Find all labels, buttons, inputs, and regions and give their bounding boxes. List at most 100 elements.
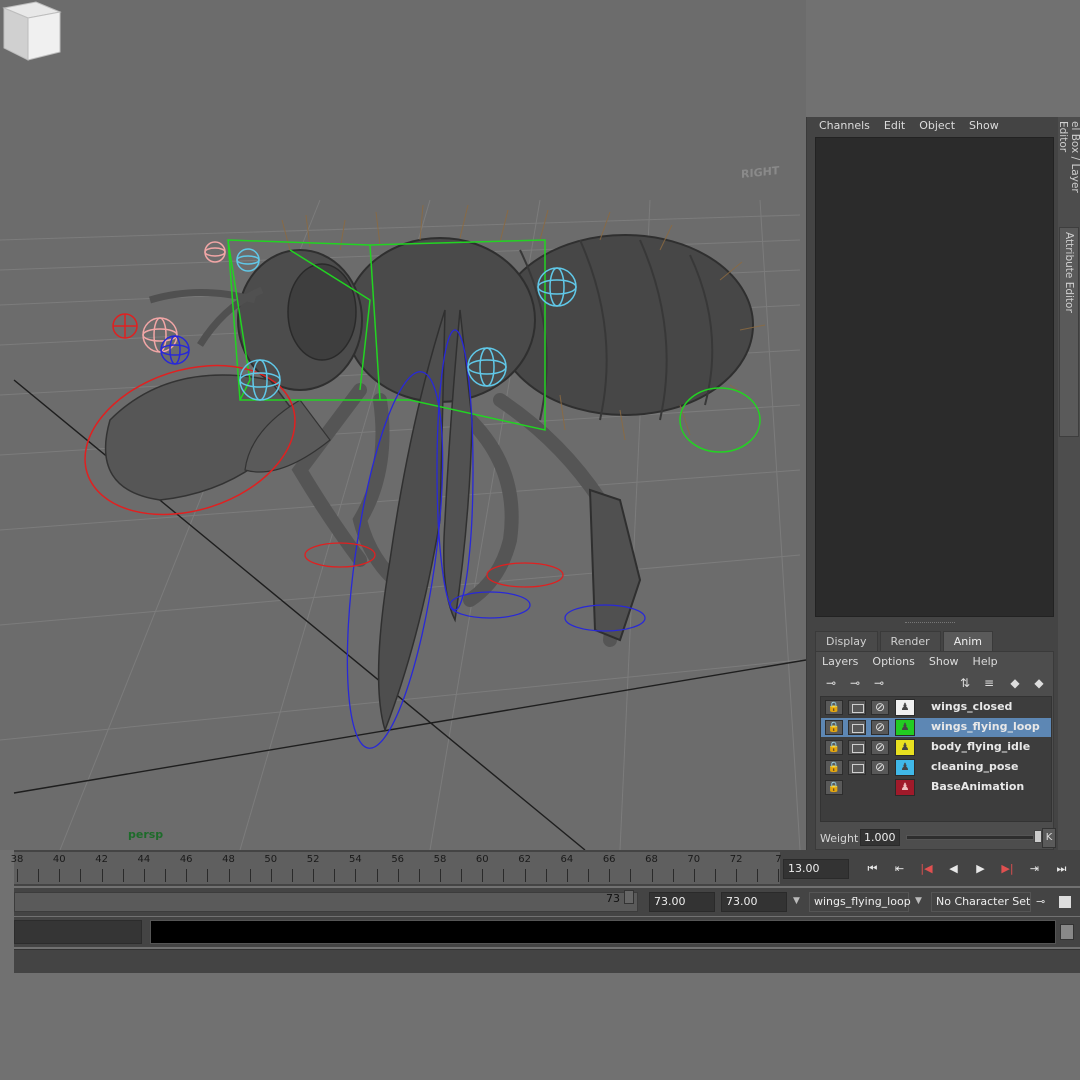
view-cube[interactable] — [0, 0, 62, 62]
mute-icon[interactable]: ⊘ — [871, 740, 889, 755]
play-forward-icon[interactable]: ▶ — [967, 861, 994, 877]
new-layer-selected-icon[interactable]: ◆ — [1030, 674, 1048, 692]
time-tick — [651, 869, 653, 882]
step-forward-frame-icon[interactable]: ▶| — [994, 861, 1021, 877]
lock-icon[interactable]: 🔒 — [825, 700, 843, 715]
time-tick — [80, 869, 82, 882]
range-slider-handle[interactable] — [624, 890, 634, 904]
layer-row-wings-flying-loop[interactable]: 🔒 ⊘ ♟ wings_flying_loop — [821, 718, 1051, 737]
channel-box-area[interactable] — [815, 137, 1054, 617]
key-layer-icon[interactable]: ⊸ — [870, 674, 888, 692]
layer-color-swatch[interactable]: ♟ — [895, 759, 915, 776]
layer-row-base-animation[interactable]: 🔒 ♟ BaseAnimation — [821, 778, 1051, 797]
menu-layers[interactable]: Layers — [822, 655, 858, 668]
menu-show[interactable]: Show — [969, 117, 999, 137]
script-editor-icon[interactable] — [1060, 924, 1074, 940]
layer-weight-row: Weight 1.000 K — [820, 828, 1056, 848]
key-all-icon[interactable]: ⊸ — [822, 674, 840, 692]
mute-icon[interactable]: ⊘ — [871, 700, 889, 715]
layer-color-swatch[interactable]: ♟ — [895, 699, 915, 716]
layer-row-body-flying-idle[interactable]: 🔒 ⊘ ♟ body_flying_idle — [821, 738, 1051, 757]
new-layer-empty-icon[interactable]: ◆ — [1006, 674, 1024, 692]
layer-visibility-toggle[interactable] — [848, 700, 866, 715]
time-tick — [714, 869, 716, 882]
weight-slider-handle[interactable] — [1034, 830, 1042, 843]
move-layer-up-icon[interactable]: ⇅ — [956, 674, 974, 692]
weight-label: Weight — [820, 832, 859, 845]
key-selected-icon[interactable]: ⊸ — [846, 674, 864, 692]
scene-canvas[interactable] — [0, 0, 806, 850]
lock-icon[interactable]: 🔒 — [825, 780, 843, 795]
3d-viewport[interactable]: RIGHT persp — [0, 0, 806, 850]
layer-name: wings_flying_loop — [931, 720, 1040, 733]
layer-stack-icon[interactable]: ≡ — [980, 674, 998, 692]
step-back-key-icon[interactable]: ⇤ — [886, 861, 913, 877]
tab-channel-box-layer-editor[interactable]: el Box / Layer Editor — [1057, 117, 1080, 217]
step-forward-key-icon[interactable]: ⇥ — [1021, 861, 1048, 877]
tab-display[interactable]: Display — [815, 631, 878, 651]
layer-name: BaseAnimation — [931, 780, 1025, 793]
layer-row-cleaning-pose[interactable]: 🔒 ⊘ ♟ cleaning_pose — [821, 758, 1051, 777]
time-tick — [17, 869, 18, 882]
step-back-frame-icon[interactable]: |◀ — [913, 861, 940, 877]
time-tick-label: 7 — [775, 854, 782, 865]
time-tick-label: 48 — [222, 854, 235, 865]
animation-preferences-icon[interactable] — [1058, 895, 1072, 909]
layer-visibility-toggle[interactable] — [848, 760, 866, 775]
time-tick-label: 60 — [475, 854, 489, 865]
play-backward-icon[interactable]: ◀ — [940, 861, 967, 877]
time-tick — [207, 869, 209, 882]
lock-icon[interactable]: 🔒 — [825, 760, 843, 775]
menu-channels[interactable]: Channels — [819, 117, 870, 137]
time-tick — [270, 869, 272, 882]
bee-model[interactable] — [104, 204, 766, 733]
character-set-select[interactable]: No Character Set — [931, 892, 1031, 912]
layer-color-swatch[interactable]: ♟ — [895, 719, 915, 736]
end-time-field[interactable]: 73.00 — [649, 892, 715, 912]
character-set-dropdown-arrow-icon[interactable]: ▼ — [915, 896, 922, 906]
layer-visibility-toggle[interactable] — [848, 720, 866, 735]
mute-icon[interactable]: ⊘ — [871, 760, 889, 775]
menu-options[interactable]: Options — [872, 655, 914, 668]
go-to-end-icon[interactable]: ⏭ — [1048, 861, 1075, 877]
tab-attribute-editor[interactable]: Attribute Editor — [1059, 227, 1079, 437]
time-tick — [566, 869, 568, 882]
lock-icon[interactable]: 🔒 — [825, 740, 843, 755]
menu-show-layers[interactable]: Show — [929, 655, 959, 668]
tab-render[interactable]: Render — [879, 631, 941, 651]
go-to-start-icon[interactable]: ⏮ — [859, 861, 886, 877]
time-ruler[interactable]: 38 40 42 44 46 48 50 52 54 56 58 60 62 64 66 68 70 72 7 — [11, 852, 782, 884]
menu-edit[interactable]: Edit — [884, 117, 905, 137]
menu-help[interactable]: Help — [973, 655, 998, 668]
menu-object[interactable]: Object — [919, 117, 955, 137]
anim-layer-list: 🔒 ⊘ ♟ wings_closed 🔒 ⊘ ♟ wings_flying_lo… — [820, 696, 1052, 822]
lock-icon[interactable]: 🔒 — [825, 720, 843, 735]
command-line-input[interactable] — [150, 920, 1056, 944]
time-tick — [672, 869, 674, 882]
time-tick — [461, 869, 463, 882]
time-tick-label: 58 — [433, 854, 447, 865]
layer-color-swatch[interactable]: ♟ — [895, 779, 915, 796]
playback-controls: ⏮ ⇤ |◀ ◀ ▶ ▶| ⇥ ⏭ — [859, 861, 1075, 877]
mute-icon[interactable]: ⊘ — [871, 720, 889, 735]
layer-row-wings-closed[interactable]: 🔒 ⊘ ♟ wings_closed — [821, 698, 1051, 717]
auto-key-icon[interactable]: ⊸ — [1036, 892, 1045, 912]
tab-anim[interactable]: Anim — [942, 631, 993, 651]
weight-field[interactable]: 1.000 — [860, 829, 900, 846]
playback-end-field[interactable]: 73.00 — [721, 892, 787, 912]
weight-slider[interactable] — [906, 835, 1034, 840]
layer-name: body_flying_idle — [931, 740, 1031, 753]
layer-color-swatch[interactable]: ♟ — [895, 739, 915, 756]
anim-layer-dropdown-arrow-icon[interactable]: ▼ — [793, 896, 800, 906]
command-language-field[interactable] — [14, 920, 142, 944]
anim-layer-select[interactable]: wings_flying_loop — [809, 892, 911, 912]
current-frame-field[interactable]: 13.00 — [783, 859, 849, 879]
layer-name: wings_closed — [931, 700, 1013, 713]
layer-visibility-toggle[interactable] — [848, 740, 866, 755]
side-tab-strip: el Box / Layer Editor Attribute Editor — [1057, 117, 1080, 850]
time-tick — [757, 869, 759, 882]
key-weight-button[interactable]: K — [1042, 828, 1056, 848]
time-tick-label: 50 — [264, 854, 278, 865]
panel-splitter[interactable] — [905, 622, 955, 625]
range-slider[interactable] — [14, 892, 638, 912]
